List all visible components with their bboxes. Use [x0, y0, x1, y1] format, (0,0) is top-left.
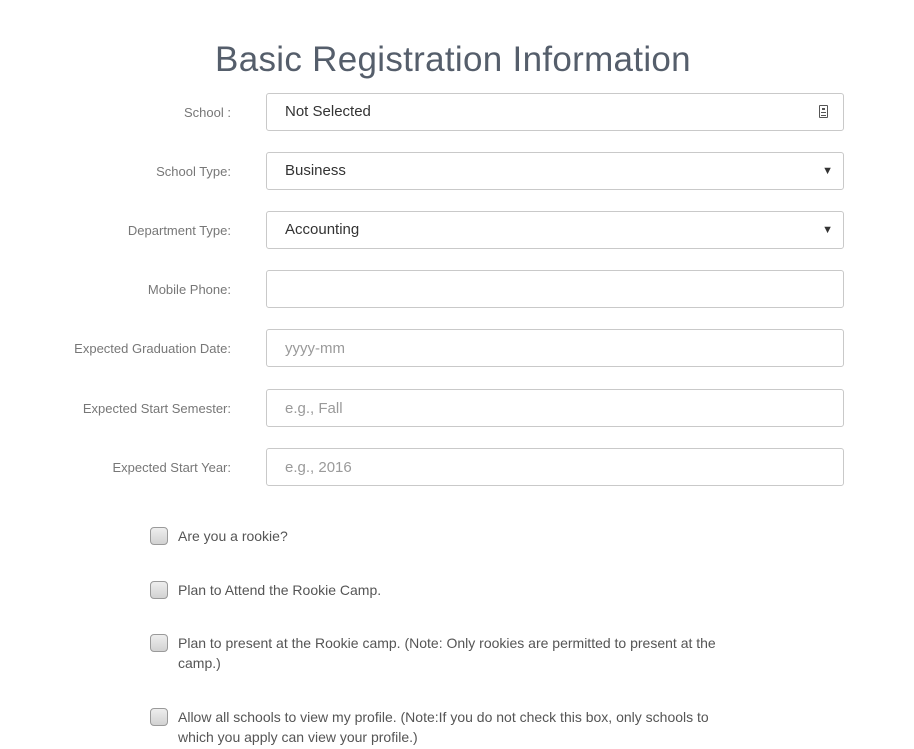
mobile-phone-label: Mobile Phone:	[147, 282, 231, 297]
department-type-select[interactable]: Accounting ▼	[266, 211, 844, 249]
allow-view-profile-checkbox-label[interactable]: Allow all schools to view my profile. (N…	[178, 707, 718, 747]
attend-camp-checkbox-label[interactable]: Plan to Attend the Rookie Camp.	[178, 580, 718, 600]
caret-down-icon: ▼	[822, 165, 833, 177]
school-type-select[interactable]: Business ▼	[266, 152, 844, 190]
mobile-phone-row: Mobile Phone:	[0, 270, 914, 310]
school-type-row: School Type: Business ▼	[0, 152, 914, 192]
allow-view-profile-checkbox[interactable]	[150, 708, 168, 726]
registration-page: Basic Registration Information School : …	[0, 0, 914, 749]
school-type-value: Business	[285, 162, 346, 179]
start-year-label: Expected Start Year:	[112, 460, 231, 475]
school-label: School :	[184, 105, 231, 120]
school-row: School : Not Selected	[0, 93, 914, 133]
graduation-date-row: Expected Graduation Date:	[0, 329, 914, 369]
school-type-label: School Type:	[156, 164, 231, 179]
attend-camp-checkbox[interactable]	[150, 581, 168, 599]
school-value: Not Selected	[285, 103, 371, 120]
department-type-label: Department Type:	[127, 223, 231, 238]
graduation-date-input[interactable]	[266, 329, 844, 367]
start-semester-label: Expected Start Semester:	[82, 401, 231, 416]
school-selector[interactable]: Not Selected	[266, 93, 844, 131]
present-camp-checkbox-label[interactable]: Plan to present at the Rookie camp. (Not…	[178, 633, 718, 673]
graduation-date-label: Expected Graduation Date:	[74, 341, 231, 356]
start-year-input[interactable]	[266, 448, 844, 486]
rookie-checkbox[interactable]	[150, 527, 168, 545]
page-title: Basic Registration Information	[215, 40, 691, 79]
start-semester-input[interactable]	[266, 389, 844, 427]
department-type-value: Accounting	[285, 221, 360, 238]
rookie-checkbox-label[interactable]: Are you a rookie?	[178, 526, 718, 546]
caret-down-icon: ▼	[822, 224, 833, 236]
start-semester-row: Expected Start Semester:	[0, 389, 914, 429]
mobile-phone-input[interactable]	[266, 270, 844, 308]
present-camp-checkbox[interactable]	[150, 634, 168, 652]
id-card-icon[interactable]	[819, 105, 828, 118]
department-type-row: Department Type: Accounting ▼	[0, 211, 914, 251]
start-year-row: Expected Start Year:	[0, 448, 914, 488]
